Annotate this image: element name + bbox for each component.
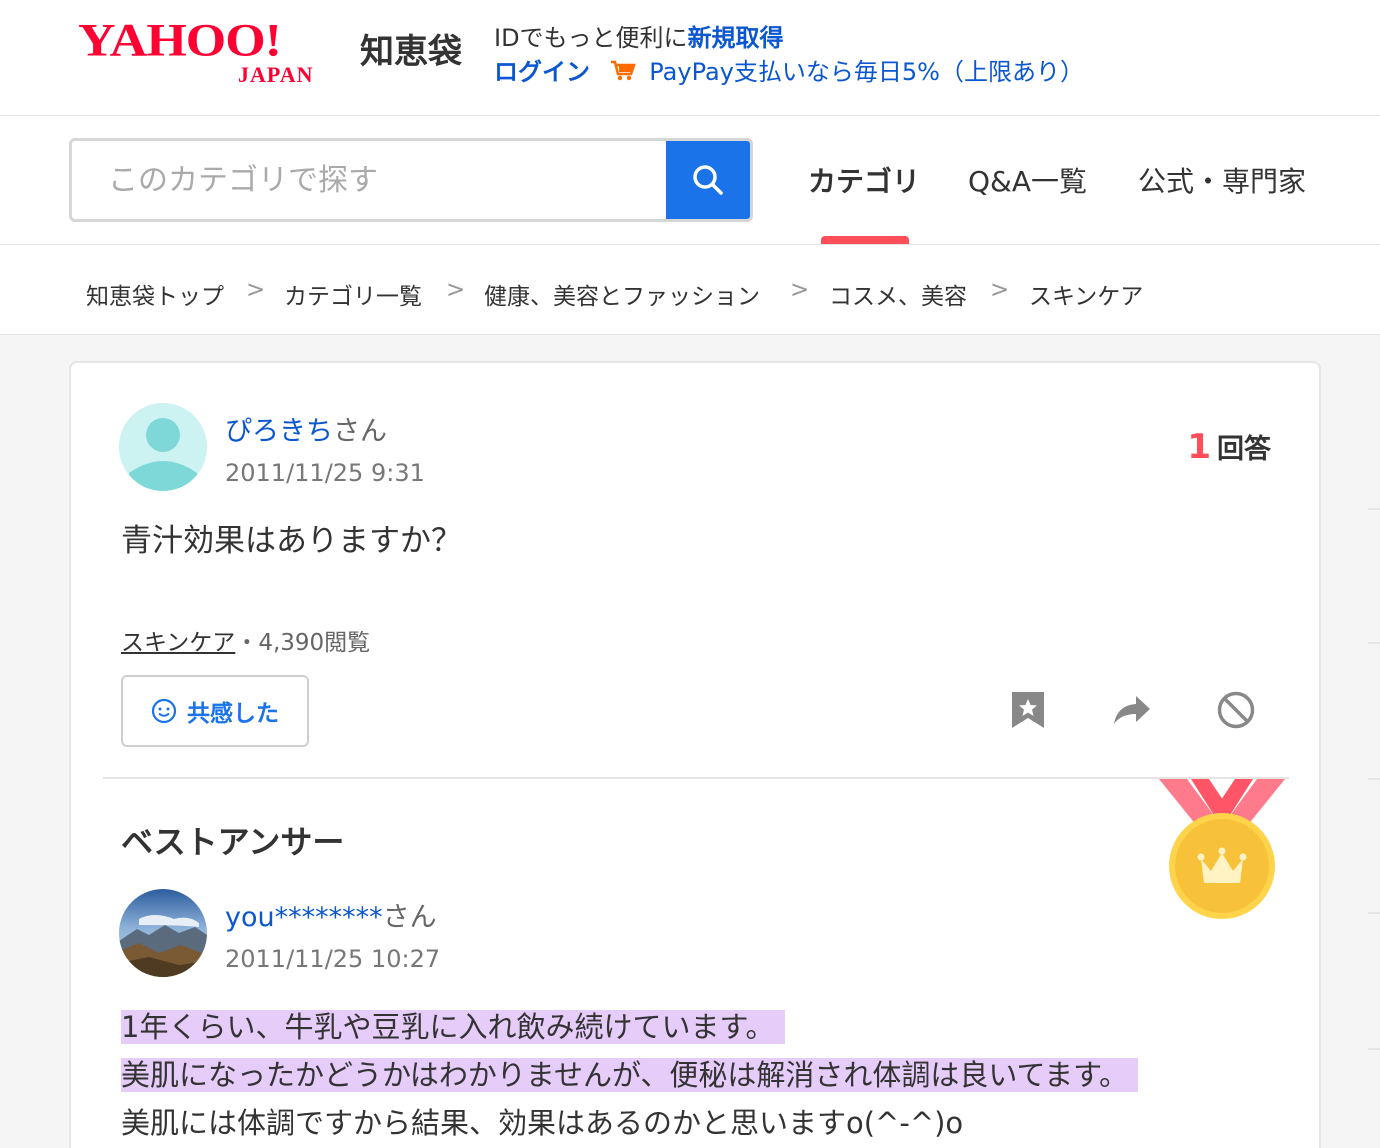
login-promo: ログイン PayPay支払いなら毎日5%（上限あり） — [494, 52, 1084, 87]
bookmark-button[interactable] — [1003, 685, 1053, 735]
logo-japan: JAPAN — [238, 62, 314, 87]
breadcrumb-top[interactable]: 知恵袋トップ — [86, 277, 224, 311]
breadcrumb-category-list[interactable]: カテゴリ一覧 — [284, 277, 422, 311]
question-user-name[interactable]: ぴろきち — [225, 416, 333, 447]
report-button[interactable] — [1211, 685, 1261, 735]
question-category-link[interactable]: スキンケア — [121, 630, 235, 656]
edge-line — [1368, 642, 1380, 644]
site-header: YAHOO! JAPAN 知恵袋 IDでもっと便利に新規取得 ログイン PayP… — [0, 0, 1380, 116]
id-promo-text: IDでもっと便利に — [494, 24, 688, 52]
logo-service-name: 知恵袋 — [360, 32, 462, 72]
share-button[interactable] — [1107, 685, 1157, 735]
breadcrumb-health-beauty[interactable]: 健康、美容とファッション — [484, 277, 760, 311]
search-button[interactable] — [666, 141, 750, 219]
answer-line: 美肌には体調ですから結果、効果はあるのかと思いますo(^-^)o — [121, 1099, 1138, 1147]
tab-category[interactable]: カテゴリ — [808, 160, 920, 200]
search-input[interactable] — [72, 141, 670, 219]
breadcrumb-separator: > — [246, 277, 266, 303]
nav-bar: カテゴリ Q&A一覧 公式・専門家 — [0, 116, 1380, 245]
breadcrumb-separator: > — [446, 277, 466, 303]
tab-qa-list[interactable]: Q&A一覧 — [968, 160, 1087, 200]
breadcrumb-separator: > — [790, 277, 810, 303]
medal-crown-icon — [1157, 779, 1287, 919]
question-meta: スキンケア・4,390閲覧 — [121, 623, 370, 657]
answer-line-text: 1年くらい、牛乳や豆乳に入れ飲み続けています。 — [121, 1010, 785, 1044]
answer-count-number: 1 — [1187, 427, 1211, 467]
section-divider — [103, 777, 1289, 779]
login-link[interactable]: ログイン — [494, 58, 590, 86]
breadcrumb-cosme[interactable]: コスメ、美容 — [829, 277, 967, 311]
user-suffix: さん — [333, 416, 387, 447]
avatar[interactable] — [119, 403, 207, 491]
view-count: ・4,390閲覧 — [235, 630, 371, 656]
edge-line — [1368, 1048, 1380, 1050]
id-promo: IDでもっと便利に新規取得 — [494, 18, 784, 53]
empathy-button[interactable]: 共感した — [121, 675, 309, 747]
breadcrumb: 知恵袋トップ > カテゴリ一覧 > 健康、美容とファッション > コスメ、美容 … — [0, 245, 1380, 335]
user-suffix: さん — [382, 902, 437, 933]
edge-line — [1368, 508, 1380, 510]
answer-user[interactable]: you********さん — [225, 895, 437, 934]
breadcrumb-separator: > — [990, 277, 1010, 303]
answer-line-text: 美肌になったかどうかはわかりませんが、便秘は解消され体調は良いてます。 — [121, 1058, 1139, 1092]
answer-date: 2011/11/25 10:27 — [225, 945, 441, 973]
search-icon — [693, 165, 723, 195]
empathy-label: 共感した — [187, 701, 279, 727]
edge-line — [1368, 912, 1380, 914]
answer-line: 美肌になったかどうかはわかりませんが、便秘は解消され体調は良いてます。 — [121, 1051, 1139, 1099]
block-icon — [1217, 691, 1255, 729]
answer-avatar[interactable] — [119, 889, 207, 977]
register-link[interactable]: 新規取得 — [688, 24, 784, 52]
edge-line — [1368, 778, 1380, 780]
answer-count-label: 回答 — [1217, 434, 1271, 465]
breadcrumb-skincare[interactable]: スキンケア — [1029, 277, 1143, 311]
bookmark-star-icon — [1012, 692, 1044, 728]
question-card: ぴろきちさん 2011/11/25 9:31 1 回答 青汁効果はありますか？ ス… — [69, 361, 1321, 1148]
best-answer-text: 1年くらい、牛乳や豆乳に入れ飲み続けています。 美肌になったかどうかはわかりませ… — [121, 1003, 1139, 1147]
share-arrow-icon — [1114, 696, 1150, 724]
question-text: 青汁効果はありますか？ — [121, 523, 462, 559]
answer-count: 1 回答 — [1187, 427, 1271, 467]
search-box — [69, 138, 753, 222]
shopping-cart-icon — [610, 60, 636, 82]
answer-user-name[interactable]: you******** — [225, 902, 383, 933]
best-answer-title: ベストアンサー — [121, 823, 345, 861]
logo-yahoo: YAHOO! — [78, 14, 282, 67]
paypay-link[interactable]: PayPay支払いなら毎日5%（上限あり） — [649, 58, 1084, 86]
active-tab-indicator — [821, 236, 909, 244]
yahoo-chiebukuro-logo[interactable]: YAHOO! JAPAN 知恵袋 — [78, 14, 462, 94]
answer-line: 1年くらい、牛乳や豆乳に入れ飲み続けています。 — [121, 1003, 1138, 1051]
smile-icon — [151, 698, 177, 724]
question-date: 2011/11/25 9:31 — [225, 459, 425, 487]
answer-line-text: 美肌には体調ですから結果、効果はあるのかと思いますo(^-^)o — [121, 1106, 964, 1140]
question-user[interactable]: ぴろきちさん — [225, 409, 387, 448]
tab-official-experts[interactable]: 公式・専門家 — [1138, 160, 1306, 200]
